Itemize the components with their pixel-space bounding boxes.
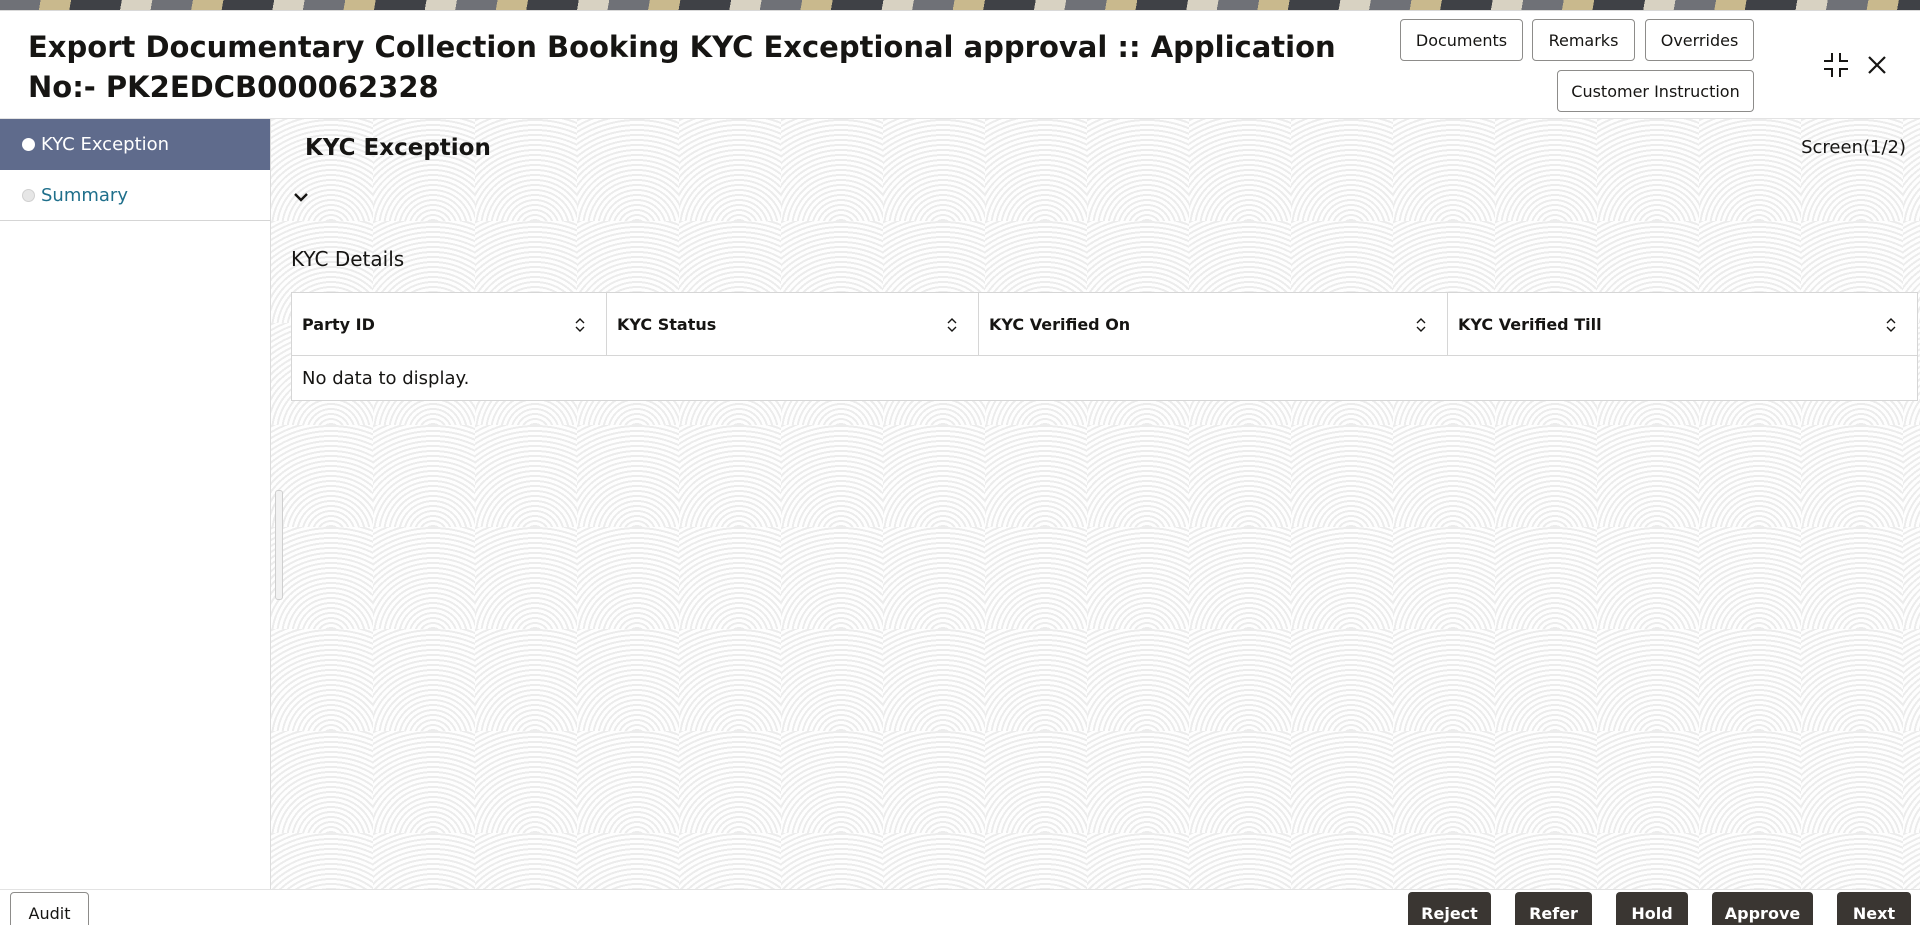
sidebar-item-label: KYC Exception <box>41 134 170 155</box>
page-title: Export Documentary Collection Booking KY… <box>28 30 1336 104</box>
section-title: KYC Exception <box>305 135 491 161</box>
top-decorative-strip <box>0 0 1920 10</box>
table-header-row: Party ID KYC Status KYC Verified On KYC … <box>292 293 1917 356</box>
column-header-party-id[interactable]: Party ID <box>292 293 607 356</box>
left-nav: KYC Exception Summary <box>0 119 271 889</box>
sort-icon <box>1416 318 1426 332</box>
sidebar-item-kyc-exception[interactable]: KYC Exception <box>0 119 270 170</box>
footer: Audit Reject Refer Hold Approve Next <box>0 889 1920 925</box>
refer-button[interactable]: Refer <box>1515 892 1592 925</box>
main-content: KYC Exception Screen(1/2) KYC Details Pa… <box>271 119 1920 889</box>
compress-icon[interactable] <box>1822 51 1850 79</box>
sidebar-item-summary[interactable]: Summary <box>0 170 270 221</box>
panel-resize-handle[interactable] <box>275 490 283 600</box>
close-icon[interactable] <box>1865 53 1889 77</box>
application-window: Export Documentary Collection Booking KY… <box>0 10 1920 925</box>
column-header-label: Party ID <box>302 315 375 334</box>
chevron-down-icon[interactable] <box>291 187 311 207</box>
column-header-kyc-verified-on[interactable]: KYC Verified On <box>979 293 1448 356</box>
next-button[interactable]: Next <box>1837 892 1911 925</box>
table-empty-message: No data to display. <box>292 356 1917 400</box>
screen-indicator: Screen(1/2) <box>1801 137 1906 158</box>
nav-step-dot <box>22 189 35 202</box>
sort-icon <box>1886 318 1896 332</box>
hold-button[interactable]: Hold <box>1616 892 1688 925</box>
column-header-label: KYC Status <box>617 315 717 334</box>
column-header-label: KYC Verified On <box>989 315 1131 334</box>
kyc-details-table: Party ID KYC Status KYC Verified On KYC … <box>291 292 1918 401</box>
nav-step-dot <box>22 138 35 151</box>
customer-instruction-button[interactable]: Customer Instruction <box>1557 70 1754 112</box>
sort-icon <box>947 318 957 332</box>
reject-button[interactable]: Reject <box>1408 892 1491 925</box>
overrides-button[interactable]: Overrides <box>1645 19 1754 61</box>
remarks-button[interactable]: Remarks <box>1532 19 1635 61</box>
sort-icon <box>575 318 585 332</box>
subsection-title: KYC Details <box>291 247 405 271</box>
header: Export Documentary Collection Booking KY… <box>0 11 1920 119</box>
sidebar-item-label: Summary <box>41 184 128 206</box>
column-header-kyc-status[interactable]: KYC Status <box>607 293 979 356</box>
documents-button[interactable]: Documents <box>1400 19 1523 61</box>
audit-button[interactable]: Audit <box>10 892 89 925</box>
column-header-kyc-verified-till[interactable]: KYC Verified Till <box>1448 293 1917 356</box>
approve-button[interactable]: Approve <box>1712 892 1813 925</box>
column-header-label: KYC Verified Till <box>1458 315 1602 334</box>
